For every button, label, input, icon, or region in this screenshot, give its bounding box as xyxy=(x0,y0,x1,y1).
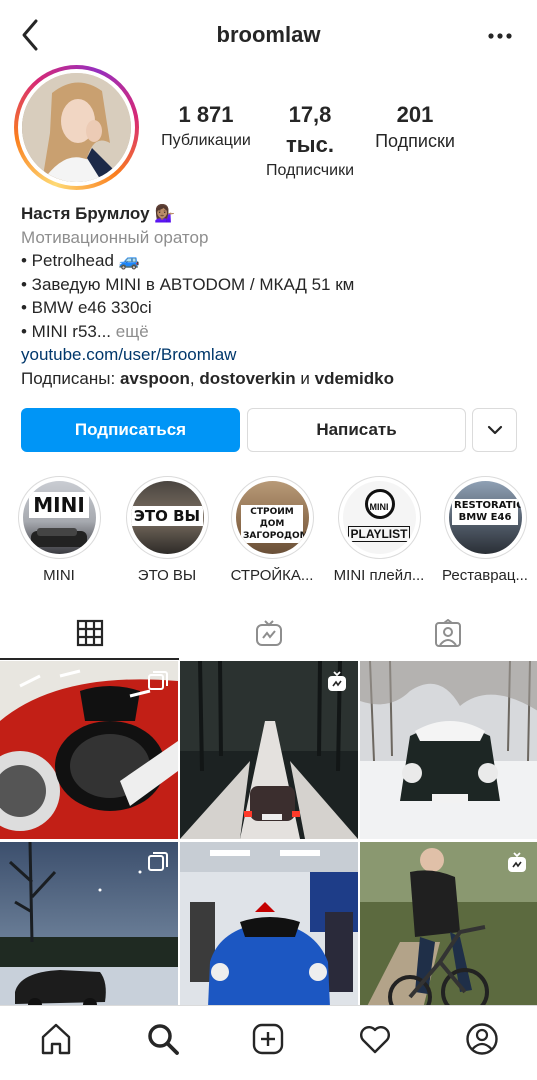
highlight-cover-text: ЭТО ВЫ xyxy=(130,506,204,526)
followed-by-and: и xyxy=(300,368,310,388)
chevron-down-icon xyxy=(487,425,502,435)
highlight-cover-text: MINI xyxy=(29,492,89,518)
highlight-label: ЭТО ВЫ xyxy=(137,567,197,584)
top-bar: broomlaw xyxy=(0,0,537,72)
home-icon[interactable] xyxy=(39,1022,73,1056)
bottom-navigation xyxy=(0,1005,537,1080)
highlight-restoration[interactable]: RESTORATION BMW E46 Реставрац... xyxy=(435,476,535,584)
highlight-label: Реставрац... xyxy=(442,567,528,584)
post-thumbnail[interactable] xyxy=(0,842,178,1020)
igtv-icon xyxy=(255,620,282,646)
display-name: Настя Брумлоу xyxy=(21,204,150,223)
profile-category: Мотивационный оратор xyxy=(21,227,209,247)
post-thumbnail[interactable] xyxy=(180,842,358,1020)
highlight-cover-text: PLAYLIST xyxy=(347,526,411,542)
igtv-icon xyxy=(326,671,348,698)
stat-followers-count: 17,8 тыс. xyxy=(286,102,334,157)
message-button[interactable]: Написать xyxy=(247,408,466,452)
activity-heart-icon[interactable] xyxy=(358,1022,392,1056)
post-thumbnail[interactable] xyxy=(0,661,178,839)
bio-line: • Заведую MINI в ABTODOM / МКАД 51 км xyxy=(21,274,355,294)
stat-followers[interactable]: 17,8 тыс. Подписчики xyxy=(262,100,358,182)
stat-following[interactable]: 201 Подписки xyxy=(370,100,460,152)
bio-more-link[interactable]: ещё xyxy=(116,322,149,341)
stat-posts-label: Публикации xyxy=(161,132,251,149)
suggestions-dropdown-button[interactable] xyxy=(472,408,517,452)
highlight-mini-playlist[interactable]: MINI PLAYLIST MINI плейл... xyxy=(329,476,429,584)
carousel-icon xyxy=(148,852,168,877)
name-emoji: 💁🏽‍♀️ xyxy=(154,204,176,223)
highlight-stroika[interactable]: СТРОИМ ДОМ ЗАГОРОДОМ СТРОЙКА... xyxy=(222,476,322,584)
post-thumbnail[interactable] xyxy=(360,661,537,839)
stat-posts-count: 1 871 xyxy=(178,102,234,127)
bio-line: • BMW e46 330ci xyxy=(21,298,152,317)
followed-by: Подписаны: avspoon, dostoverkin и vdemid… xyxy=(21,367,521,391)
comma: , xyxy=(189,368,200,388)
tab-tagged[interactable] xyxy=(358,608,537,660)
new-post-icon[interactable] xyxy=(251,1022,285,1056)
highlight-label: MINI плейл... xyxy=(333,567,425,584)
followed-by-user[interactable]: dostoverkin xyxy=(199,369,295,388)
tagged-person-icon xyxy=(434,619,461,647)
stat-following-count: 201 xyxy=(396,102,434,127)
highlight-eto-vy[interactable]: ЭТО ВЫ ЭТО ВЫ xyxy=(117,476,217,584)
highlight-label: СТРОЙКА... xyxy=(230,567,314,584)
bio-line: • Petrolhead 🚙 xyxy=(21,251,140,270)
post-thumbnail[interactable] xyxy=(360,842,537,1020)
stat-following-label: Подписки xyxy=(375,131,455,151)
profile-icon[interactable] xyxy=(465,1022,499,1056)
grid-icon xyxy=(76,619,103,647)
carousel-icon xyxy=(148,671,168,696)
followed-by-prefix: Подписаны: xyxy=(21,368,116,388)
profile-bio: Настя Брумлоу 💁🏽‍♀️ Мотивационный оратор… xyxy=(21,202,521,390)
bio-line-truncated: • MINI r53... xyxy=(21,321,112,341)
search-icon[interactable] xyxy=(146,1022,180,1056)
followed-by-user[interactable]: avspoon xyxy=(120,369,190,388)
profile-username: broomlaw xyxy=(216,22,321,47)
highlight-cover-text: RESTORATION BMW E46 xyxy=(452,499,522,525)
igtv-icon xyxy=(506,852,528,879)
post-thumbnail[interactable] xyxy=(180,661,358,839)
follow-button[interactable]: Подписаться xyxy=(21,408,240,452)
highlight-mini[interactable]: MINI MINI xyxy=(9,476,109,584)
highlight-label: MINI xyxy=(43,567,75,584)
profile-tabs xyxy=(0,608,537,660)
avatar-photo xyxy=(22,73,131,182)
highlight-cover-text-2: MINI xyxy=(369,502,389,512)
stat-posts: 1 871 Публикации xyxy=(158,100,254,152)
tab-igtv[interactable] xyxy=(179,608,358,660)
profile-avatar[interactable] xyxy=(14,65,139,190)
stat-followers-label: Подписчики xyxy=(265,162,354,179)
more-dots-icon[interactable] xyxy=(485,26,515,46)
highlight-cover-text: СТРОИМ ДОМ ЗАГОРОДОМ xyxy=(241,505,309,543)
bio-website-link[interactable]: youtube.com/user/Broomlaw xyxy=(21,343,521,367)
tab-grid[interactable] xyxy=(0,608,179,660)
followed-by-user[interactable]: vdemidko xyxy=(315,369,394,388)
